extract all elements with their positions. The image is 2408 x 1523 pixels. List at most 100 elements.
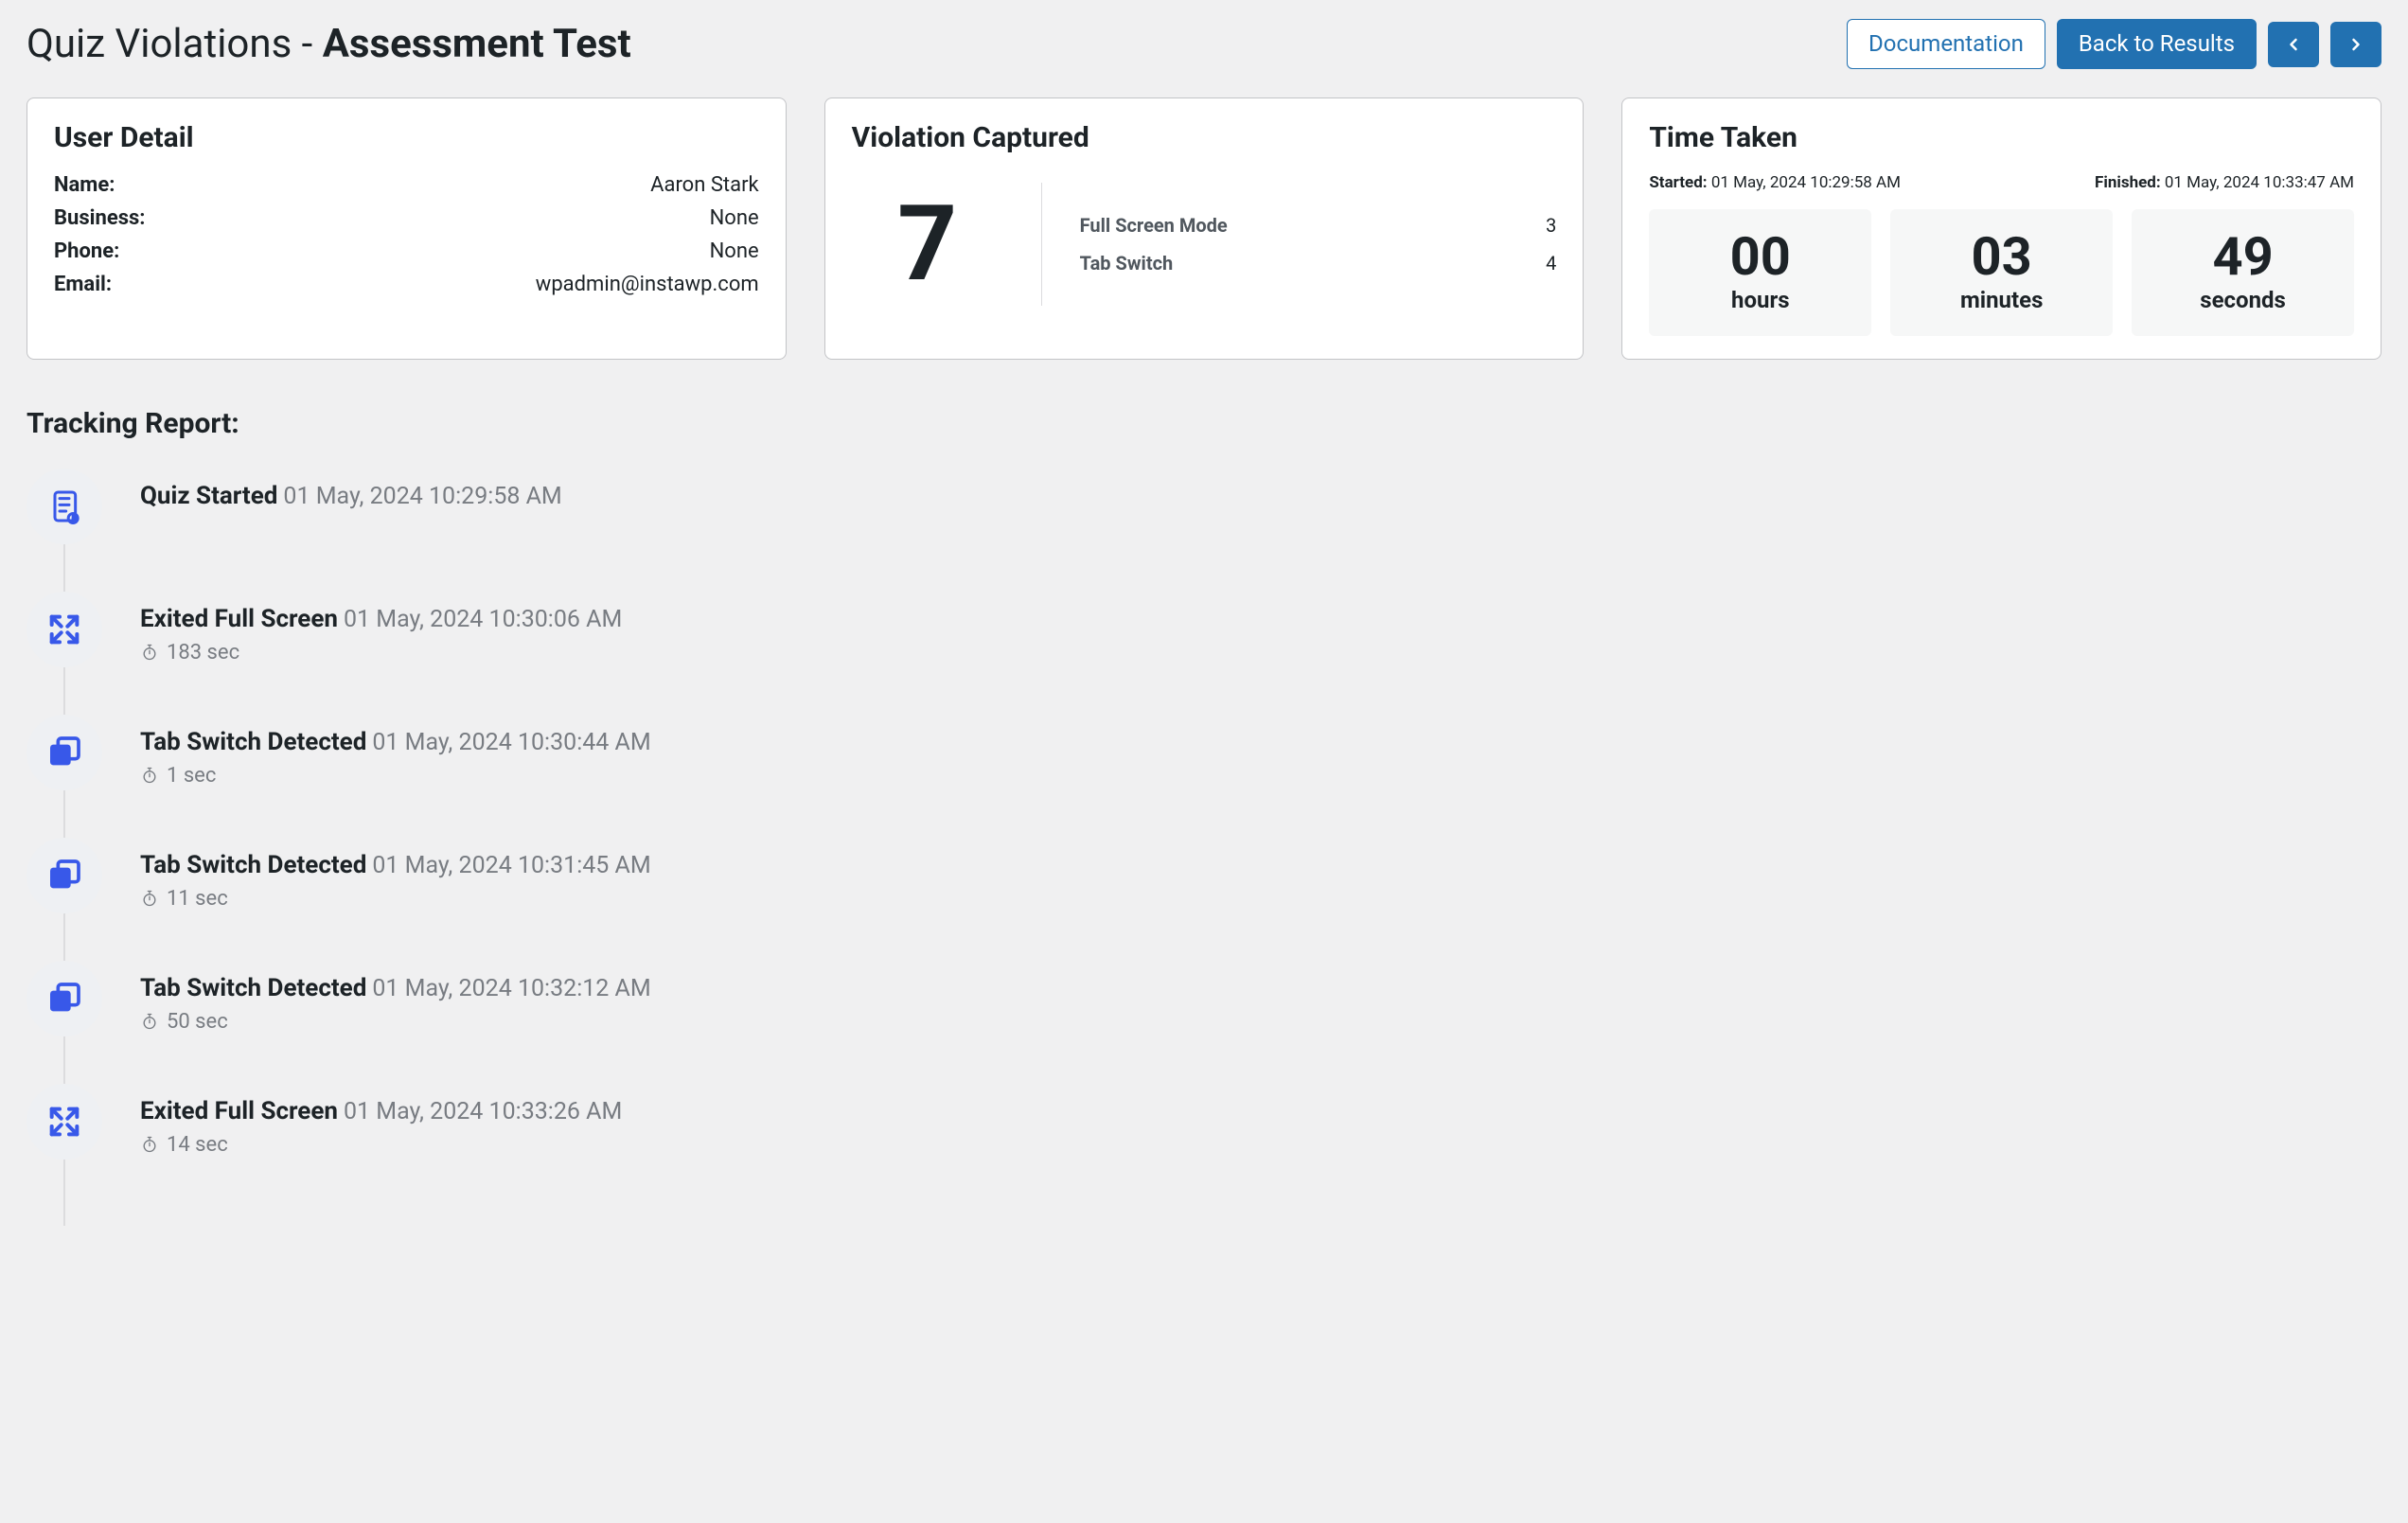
seconds-tile: 49 seconds — [2132, 209, 2354, 336]
tab-switch-row: Tab Switch 4 — [1080, 252, 1557, 274]
timeline: Quiz Started01 May, 2024 10:29:58 AM Exit… — [27, 469, 2381, 1207]
user-business-label: Business: — [54, 206, 146, 230]
time-taken-title: Time Taken — [1649, 121, 2354, 154]
tab-switch-icon — [45, 734, 83, 771]
timeline-event-duration: 1 sec — [140, 764, 651, 788]
summary-cards: User Detail Name: Aaron Stark Business: … — [27, 97, 2381, 360]
page-header: Quiz Violations - Assessment Test Docume… — [27, 19, 2381, 69]
timeline-icon-wrap — [27, 838, 102, 913]
timeline-event-date: 01 May, 2024 10:33:26 AM — [344, 1098, 622, 1125]
quiz-start-icon — [45, 487, 83, 525]
timeline-event-duration-value: 14 sec — [167, 1133, 228, 1157]
timeline-event-duration: 11 sec — [140, 887, 651, 911]
timeline-event-date: 01 May, 2024 10:32:12 AM — [372, 975, 650, 1002]
user-email-row: Email: wpadmin@instawp.com — [54, 273, 759, 296]
stopwatch-icon — [140, 1135, 159, 1154]
back-to-results-button[interactable]: Back to Results — [2057, 19, 2257, 69]
timeline-event-title: Exited Full Screen — [140, 605, 338, 633]
timeline-event-title: Tab Switch Detected — [140, 974, 366, 1002]
timeline-content: Tab Switch Detected01 May, 2024 10:32:12… — [140, 961, 651, 1034]
documentation-button[interactable]: Documentation — [1847, 19, 2045, 69]
timeline-item: Tab Switch Detected01 May, 2024 10:31:45… — [27, 838, 2381, 961]
timeline-icon-wrap — [27, 469, 102, 544]
tracking-report-title: Tracking Report: — [27, 407, 2381, 440]
time-finished: Finished: 01 May, 2024 10:33:47 AM — [2095, 173, 2354, 192]
stopwatch-icon — [140, 889, 159, 908]
seconds-value: 49 — [2141, 228, 2345, 287]
fullscreen-icon — [45, 1103, 83, 1141]
timeline-icon-wrap — [27, 961, 102, 1036]
timeline-item: Tab Switch Detected01 May, 2024 10:30:44… — [27, 715, 2381, 838]
timeline-item: Exited Full Screen01 May, 2024 10:30:06 … — [27, 592, 2381, 715]
user-business-row: Business: None — [54, 206, 759, 230]
timeline-content: Exited Full Screen01 May, 2024 10:33:26 … — [140, 1084, 622, 1157]
time-meta: Started: 01 May, 2024 10:29:58 AM Finish… — [1649, 173, 2354, 192]
chevron-left-icon — [2284, 35, 2303, 54]
minutes-unit: minutes — [1900, 287, 2103, 313]
page-title: Quiz Violations - Assessment Test — [27, 21, 631, 67]
timeline-event-duration-value: 183 sec — [167, 641, 239, 664]
time-tiles: 00 hours 03 minutes 49 seconds — [1649, 209, 2354, 336]
timeline-icon-wrap — [27, 715, 102, 790]
time-taken-card: Time Taken Started: 01 May, 2024 10:29:5… — [1621, 97, 2381, 360]
timeline-event-duration-value: 50 sec — [167, 1010, 228, 1034]
timeline-event-title: Tab Switch Detected — [140, 851, 366, 879]
chevron-right-icon — [2346, 35, 2365, 54]
tab-switch-value: 4 — [1546, 252, 1556, 274]
user-name-value: Aaron Stark — [650, 173, 759, 197]
timeline-item: Quiz Started01 May, 2024 10:29:58 AM — [27, 469, 2381, 592]
stopwatch-icon — [140, 766, 159, 785]
timeline-event-duration-value: 11 sec — [167, 887, 228, 911]
timeline-event-date: 01 May, 2024 10:30:06 AM — [344, 606, 622, 633]
timeline-event-date: 01 May, 2024 10:31:45 AM — [372, 852, 650, 879]
tab-switch-label: Tab Switch — [1080, 252, 1174, 274]
user-email-value: wpadmin@instawp.com — [536, 273, 759, 296]
timeline-event-title: Exited Full Screen — [140, 1097, 338, 1125]
violation-divider — [1041, 183, 1042, 306]
user-email-label: Email: — [54, 273, 112, 296]
timeline-event-duration: 14 sec — [140, 1133, 622, 1157]
timeline-content: Quiz Started01 May, 2024 10:29:58 AM — [140, 469, 562, 510]
tab-switch-icon — [45, 857, 83, 894]
timeline-icon-wrap — [27, 592, 102, 667]
violation-body: 7 Full Screen Mode 3 Tab Switch 4 — [852, 173, 1557, 315]
violation-breakdown: Full Screen Mode 3 Tab Switch 4 — [1080, 173, 1557, 315]
user-phone-label: Phone: — [54, 239, 119, 263]
user-business-value: None — [710, 206, 759, 230]
user-detail-title: User Detail — [54, 121, 759, 154]
timeline-icon-wrap — [27, 1084, 102, 1160]
timeline-event-date: 01 May, 2024 10:30:44 AM — [372, 729, 650, 756]
stopwatch-icon — [140, 1012, 159, 1031]
fullscreen-mode-value: 3 — [1546, 214, 1556, 237]
timeline-event-duration: 183 sec — [140, 641, 622, 664]
time-finished-label: Finished: — [2095, 173, 2161, 192]
user-name-label: Name: — [54, 173, 115, 197]
previous-button[interactable] — [2268, 22, 2319, 67]
timeline-item: Tab Switch Detected01 May, 2024 10:32:12… — [27, 961, 2381, 1084]
hours-unit: hours — [1658, 287, 1862, 313]
hours-tile: 00 hours — [1649, 209, 1871, 336]
timeline-event-duration-value: 1 sec — [167, 764, 216, 788]
time-started-label: Started: — [1649, 173, 1707, 192]
time-started: Started: 01 May, 2024 10:29:58 AM — [1649, 173, 1901, 192]
page-title-bold: Assessment Test — [323, 21, 631, 67]
hours-value: 00 — [1658, 228, 1862, 287]
user-name-row: Name: Aaron Stark — [54, 173, 759, 197]
timeline-content: Tab Switch Detected01 May, 2024 10:30:44… — [140, 715, 651, 788]
fullscreen-icon — [45, 611, 83, 648]
header-actions: Documentation Back to Results — [1847, 19, 2381, 69]
stopwatch-icon — [140, 643, 159, 662]
next-button[interactable] — [2330, 22, 2381, 67]
violation-title: Violation Captured — [852, 121, 1557, 154]
page-title-prefix: Quiz Violations - — [27, 21, 323, 67]
user-phone-value: None — [710, 239, 759, 263]
user-detail-card: User Detail Name: Aaron Stark Business: … — [27, 97, 787, 360]
timeline-content: Exited Full Screen01 May, 2024 10:30:06 … — [140, 592, 622, 664]
timeline-event-title: Quiz Started — [140, 482, 277, 510]
user-phone-row: Phone: None — [54, 239, 759, 263]
fullscreen-mode-label: Full Screen Mode — [1080, 214, 1228, 237]
timeline-item: Exited Full Screen01 May, 2024 10:33:26 … — [27, 1084, 2381, 1207]
time-finished-value: 01 May, 2024 10:33:47 AM — [2165, 173, 2354, 192]
minutes-value: 03 — [1900, 228, 2103, 287]
timeline-event-duration: 50 sec — [140, 1010, 651, 1034]
